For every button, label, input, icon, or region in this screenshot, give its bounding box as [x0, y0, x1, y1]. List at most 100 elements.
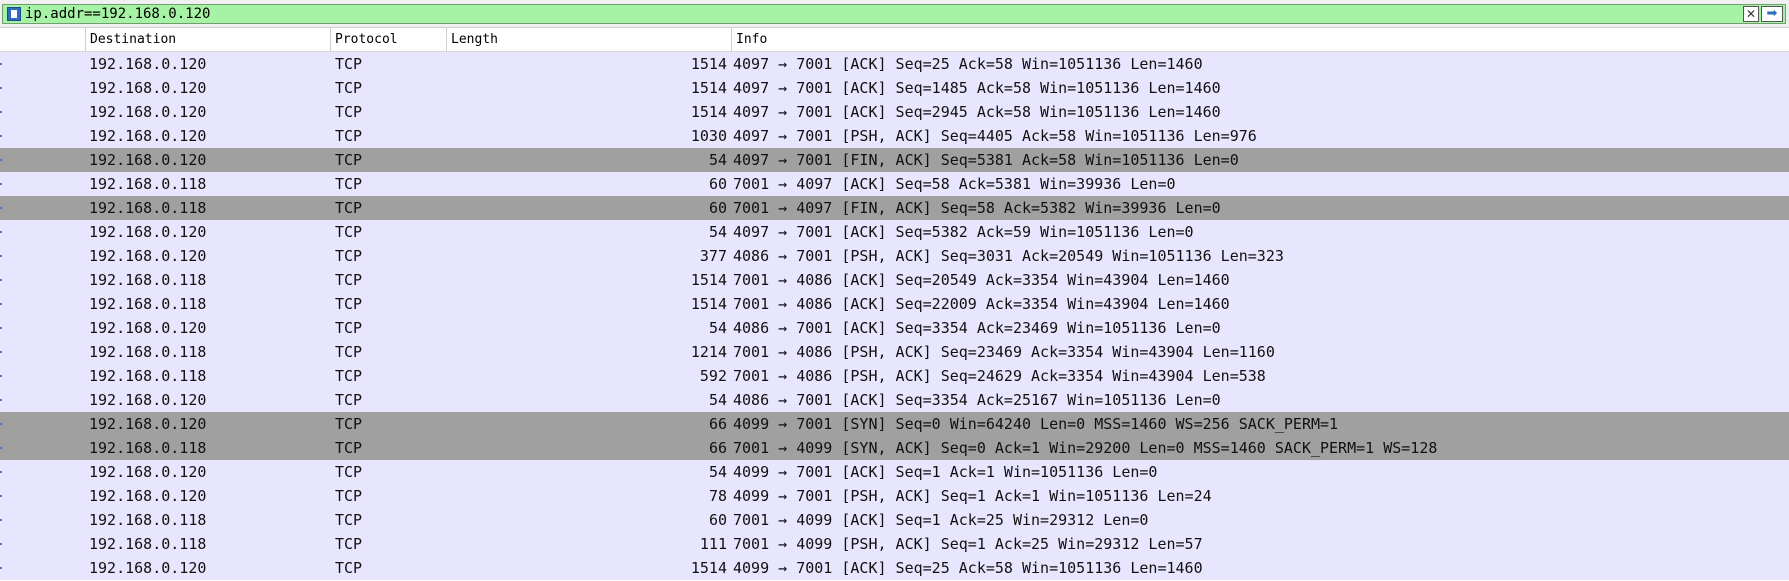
- cell-protocol: TCP: [335, 367, 363, 385]
- cell-info: 7001 → 4099 [ACK] Seq=1 Ack=25 Win=29312…: [733, 511, 1149, 529]
- packet-row[interactable]: 192.168.0.118 TCP 1214 7001 → 4086 [PSH, AC…: [0, 340, 1789, 364]
- packet-row[interactable]: 192.168.0.118 TCP 1514 7001 → 4086 [ACK] Se…: [0, 292, 1789, 316]
- packet-row[interactable]: 192.168.0.120 TCP 54 4097 → 7001 [ACK] Seq=…: [0, 220, 1789, 244]
- packet-row[interactable]: 192.168.0.118 TCP 1514 7001 → 4086 [ACK] Se…: [0, 268, 1789, 292]
- cell-info: 4099 → 7001 [PSH, ACK] Seq=1 Ack=1 Win=1…: [733, 487, 1212, 505]
- cell-length: 1514: [690, 295, 727, 313]
- cell-destination: 192.168.0.118: [89, 295, 207, 313]
- cell-destination: 192.168.0.118: [89, 343, 207, 361]
- cell-info: 4086 → 7001 [ACK] Seq=3354 Ack=25167 Win…: [733, 391, 1221, 409]
- apply-filter-arrow-icon[interactable]: ➡: [1761, 6, 1783, 22]
- cell-destination: 192.168.0.120: [89, 55, 207, 73]
- cell-info: 4099 → 7001 [ACK] Seq=25 Ack=58 Win=1051…: [733, 559, 1203, 577]
- cell-length: 1514: [690, 55, 727, 73]
- cell-destination: 192.168.0.118: [89, 199, 207, 217]
- cell-info: 7001 → 4086 [ACK] Seq=22009 Ack=3354 Win…: [733, 295, 1230, 313]
- packet-list-header: Destination Protocol Length Info: [0, 28, 1789, 52]
- cell-info: 7001 → 4086 [PSH, ACK] Seq=24629 Ack=335…: [733, 367, 1266, 385]
- cell-protocol: TCP: [335, 391, 363, 409]
- cell-protocol: TCP: [335, 535, 363, 553]
- packet-row[interactable]: 192.168.0.120 TCP 1514 4099 → 7001 [ACK] Se…: [0, 556, 1789, 580]
- cell-protocol: TCP: [335, 79, 363, 97]
- column-header-destination[interactable]: Destination: [85, 28, 330, 51]
- cell-length: 377: [699, 247, 727, 265]
- display-filter-toolbar: ip.addr==192.168.0.120 ✕ ➡: [0, 0, 1789, 28]
- cell-info: 4099 → 7001 [SYN] Seq=0 Win=64240 Len=0 …: [733, 415, 1339, 433]
- cell-destination: 192.168.0.120: [89, 391, 207, 409]
- cell-protocol: TCP: [335, 127, 363, 145]
- column-header-protocol[interactable]: Protocol: [330, 28, 446, 51]
- cell-protocol: TCP: [335, 151, 363, 169]
- cell-info: 4097 → 7001 [FIN, ACK] Seq=5381 Ack=58 W…: [733, 151, 1239, 169]
- cell-protocol: TCP: [335, 559, 363, 577]
- cell-destination: 192.168.0.120: [89, 223, 207, 241]
- packet-row[interactable]: 192.168.0.120 TCP 1514 4097 → 7001 [ACK] Se…: [0, 52, 1789, 76]
- packet-row[interactable]: 192.168.0.120 TCP 1030 4097 → 7001 [PSH, AC…: [0, 124, 1789, 148]
- packet-row[interactable]: 192.168.0.120 TCP 54 4099 → 7001 [ACK] Seq=…: [0, 460, 1789, 484]
- cell-destination: 192.168.0.120: [89, 79, 207, 97]
- cell-protocol: TCP: [335, 511, 363, 529]
- cell-protocol: TCP: [335, 103, 363, 121]
- cell-length: 54: [708, 319, 727, 337]
- cell-length: 54: [708, 463, 727, 481]
- cell-protocol: TCP: [335, 439, 363, 457]
- column-header-info[interactable]: Info: [731, 28, 1789, 51]
- column-header-length[interactable]: Length: [446, 28, 731, 51]
- cell-length: 1514: [690, 559, 727, 577]
- cell-info: 4086 → 7001 [ACK] Seq=3354 Ack=23469 Win…: [733, 319, 1221, 337]
- cell-length: 66: [708, 439, 727, 457]
- cell-destination: 192.168.0.120: [89, 463, 207, 481]
- packet-row[interactable]: 192.168.0.120 TCP 377 4086 → 7001 [PSH, ACK…: [0, 244, 1789, 268]
- cell-destination: 192.168.0.120: [89, 415, 207, 433]
- packet-row[interactable]: 192.168.0.120 TCP 54 4086 → 7001 [ACK] Seq=…: [0, 316, 1789, 340]
- packet-row[interactable]: 192.168.0.118 TCP 60 7001 → 4097 [FIN, ACK]…: [0, 196, 1789, 220]
- cell-length: 1030: [690, 127, 727, 145]
- cell-protocol: TCP: [335, 487, 363, 505]
- cell-destination: 192.168.0.120: [89, 247, 207, 265]
- display-filter-text[interactable]: ip.addr==192.168.0.120: [25, 6, 210, 22]
- clear-filter-icon[interactable]: ✕: [1743, 6, 1759, 22]
- cell-info: 4097 → 7001 [ACK] Seq=5382 Ack=59 Win=10…: [733, 223, 1194, 241]
- cell-length: 54: [708, 151, 727, 169]
- cell-length: 78: [708, 487, 727, 505]
- packet-list: 192.168.0.120 TCP 1514 4097 → 7001 [ACK] Se…: [0, 52, 1789, 580]
- cell-info: 4097 → 7001 [ACK] Seq=1485 Ack=58 Win=10…: [733, 79, 1221, 97]
- cell-protocol: TCP: [335, 55, 363, 73]
- packet-row[interactable]: 192.168.0.120 TCP 54 4086 → 7001 [ACK] Seq=…: [0, 388, 1789, 412]
- packet-row[interactable]: 192.168.0.118 TCP 60 7001 → 4099 [ACK] Seq=…: [0, 508, 1789, 532]
- cell-info: 7001 → 4099 [PSH, ACK] Seq=1 Ack=25 Win=…: [733, 535, 1203, 553]
- bookmark-icon[interactable]: [7, 7, 21, 21]
- cell-length: 60: [708, 199, 727, 217]
- cell-length: 54: [708, 223, 727, 241]
- packet-row[interactable]: 192.168.0.118 TCP 66 7001 → 4099 [SYN, ACK]…: [0, 436, 1789, 460]
- cell-destination: 192.168.0.120: [89, 127, 207, 145]
- cell-destination: 192.168.0.120: [89, 103, 207, 121]
- packet-row[interactable]: 192.168.0.118 TCP 60 7001 → 4097 [ACK] Seq=…: [0, 172, 1789, 196]
- cell-destination: 192.168.0.118: [89, 175, 207, 193]
- cell-destination: 192.168.0.120: [89, 151, 207, 169]
- cell-protocol: TCP: [335, 247, 363, 265]
- cell-info: 7001 → 4086 [ACK] Seq=20549 Ack=3354 Win…: [733, 271, 1230, 289]
- packet-row[interactable]: 192.168.0.120 TCP 1514 4097 → 7001 [ACK] Se…: [0, 76, 1789, 100]
- cell-info: 7001 → 4097 [FIN, ACK] Seq=58 Ack=5382 W…: [733, 199, 1221, 217]
- cell-destination: 192.168.0.118: [89, 367, 207, 385]
- cell-length: 60: [708, 175, 727, 193]
- packet-row[interactable]: 192.168.0.118 TCP 592 7001 → 4086 [PSH, ACK…: [0, 364, 1789, 388]
- cell-info: 7001 → 4086 [PSH, ACK] Seq=23469 Ack=335…: [733, 343, 1275, 361]
- cell-protocol: TCP: [335, 175, 363, 193]
- cell-info: 4097 → 7001 [ACK] Seq=2945 Ack=58 Win=10…: [733, 103, 1221, 121]
- column-header-blank[interactable]: [0, 28, 85, 51]
- cell-length: 54: [708, 391, 727, 409]
- cell-protocol: TCP: [335, 223, 363, 241]
- packet-row[interactable]: 192.168.0.118 TCP 111 7001 → 4099 [PSH, ACK…: [0, 532, 1789, 556]
- packet-row[interactable]: 192.168.0.120 TCP 66 4099 → 7001 [SYN] Seq=…: [0, 412, 1789, 436]
- packet-row[interactable]: 192.168.0.120 TCP 78 4099 → 7001 [PSH, ACK]…: [0, 484, 1789, 508]
- cell-length: 66: [708, 415, 727, 433]
- cell-destination: 192.168.0.120: [89, 319, 207, 337]
- packet-row[interactable]: 192.168.0.120 TCP 54 4097 → 7001 [FIN, ACK]…: [0, 148, 1789, 172]
- cell-length: 592: [699, 367, 727, 385]
- cell-protocol: TCP: [335, 271, 363, 289]
- packet-row[interactable]: 192.168.0.120 TCP 1514 4097 → 7001 [ACK] Se…: [0, 100, 1789, 124]
- display-filter-input[interactable]: ip.addr==192.168.0.120 ✕ ➡: [2, 4, 1786, 24]
- cell-protocol: TCP: [335, 415, 363, 433]
